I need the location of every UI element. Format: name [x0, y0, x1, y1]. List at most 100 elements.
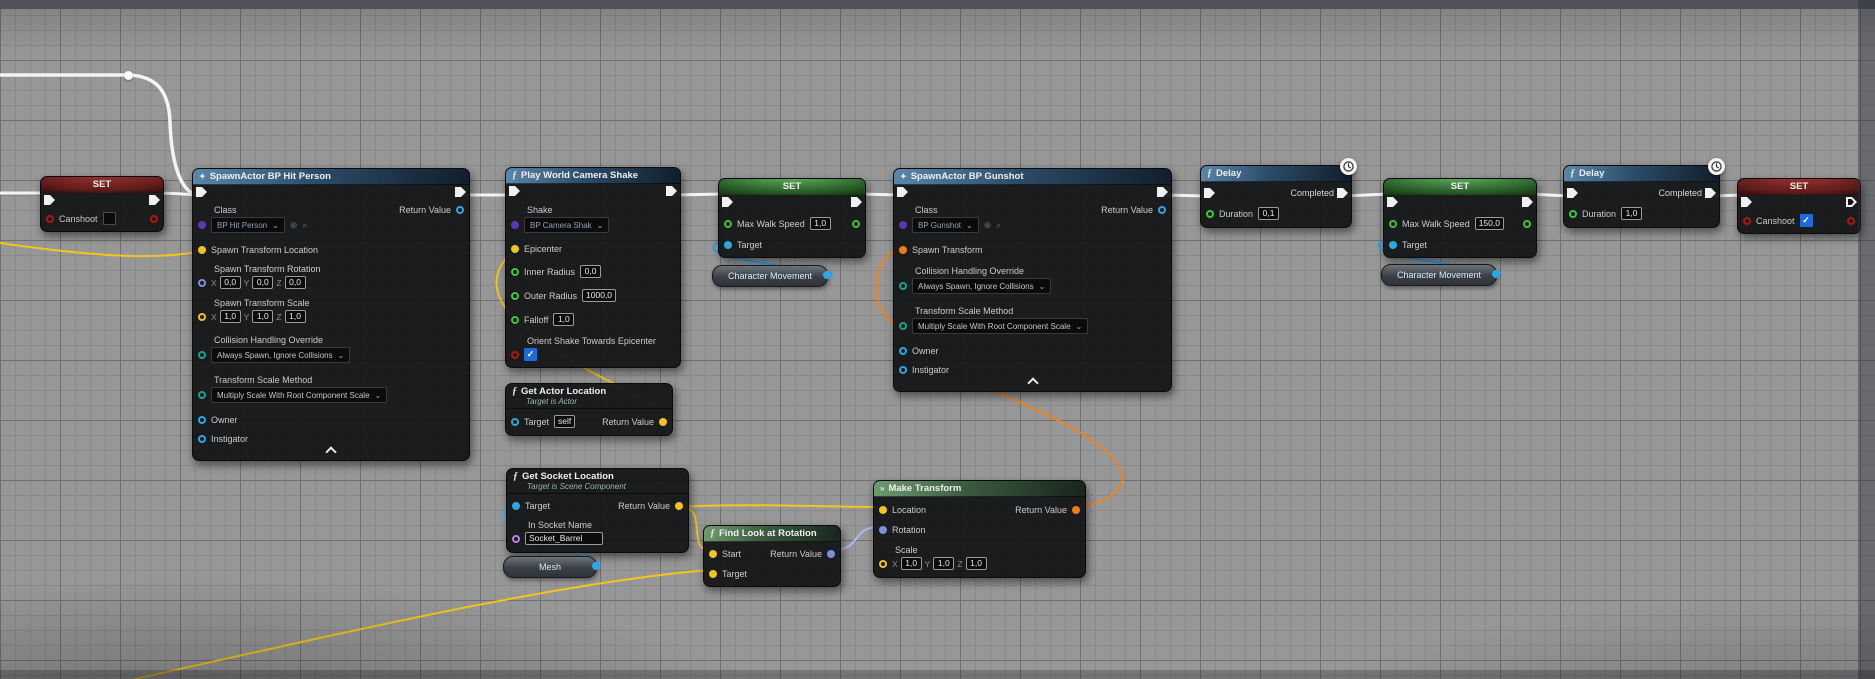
spawn-rotation-pin[interactable] — [198, 279, 206, 287]
target-input[interactable]: self — [554, 415, 575, 428]
node-set-max-walk-speed-1[interactable]: SET Max Walk Speed 1,0 Target — [718, 178, 866, 258]
target-pin[interactable] — [512, 502, 520, 510]
max-walk-speed-input[interactable]: 150,0 — [1475, 217, 1504, 230]
exec-in-pin[interactable] — [509, 186, 520, 196]
inner-radius-input[interactable]: 0,0 — [580, 265, 601, 278]
component-out-pin[interactable] — [592, 562, 600, 570]
falloff-input[interactable]: 1,0 — [553, 313, 574, 326]
method-dropdown[interactable]: Multiply Scale With Root Component Scale… — [912, 318, 1088, 334]
collapse-chevron-icon[interactable] — [1027, 377, 1038, 388]
exec-out-pin[interactable] — [666, 186, 677, 196]
target-pin[interactable] — [724, 241, 732, 249]
node-delay-2[interactable]: ƒ Delay Completed Duration 1,0 — [1563, 165, 1720, 228]
target-pin[interactable] — [1389, 241, 1397, 249]
node-get-socket-location[interactable]: ƒ Get Socket Location Target is Scene Co… — [506, 468, 689, 553]
duration-input[interactable]: 1,0 — [1621, 207, 1642, 220]
wire-offscreen-findlook-target[interactable] — [135, 570, 709, 679]
start-pin[interactable] — [709, 550, 717, 558]
node-set-canshoot-1[interactable]: SET Canshoot — [40, 176, 164, 232]
node-set-canshoot-2[interactable]: SET Canshoot ✓ — [1737, 178, 1861, 234]
return-value-pin[interactable] — [827, 550, 835, 558]
return-value-pin[interactable] — [1158, 206, 1166, 214]
float-out-pin[interactable] — [1523, 220, 1531, 228]
float-out-pin[interactable] — [852, 220, 860, 228]
method-pin[interactable] — [198, 391, 206, 399]
exec-in-pin[interactable] — [1204, 188, 1215, 198]
scale-z-input[interactable]: 1,0 — [966, 557, 987, 570]
node-make-transform[interactable]: » Make Transform Location Return Value R… — [873, 480, 1086, 578]
completed-exec-pin[interactable] — [1705, 188, 1716, 198]
instigator-pin[interactable] — [899, 366, 907, 374]
node-spawnactor-hit-person[interactable]: ✦ SpawnActor BP Hit Person Class BP Hit … — [192, 168, 470, 461]
spawn-location-pin[interactable] — [198, 246, 206, 254]
falloff-pin[interactable] — [511, 316, 519, 324]
spawn-transform-pin[interactable] — [899, 246, 907, 254]
bool-pin-canshoot[interactable] — [46, 215, 54, 223]
rot-x-input[interactable]: 0,0 — [220, 276, 241, 289]
wire-socketlocation-maketransform-location[interactable] — [681, 505, 879, 507]
scale-z-input[interactable]: 1,0 — [285, 310, 306, 323]
collision-dropdown[interactable]: Always Spawn, Ignore Collisions ⌄ — [211, 347, 350, 363]
owner-pin[interactable] — [198, 416, 206, 424]
max-walk-speed-pin[interactable] — [1389, 220, 1397, 228]
exec-in-pin[interactable] — [44, 195, 55, 205]
exec-in-pin[interactable] — [897, 187, 908, 197]
return-value-pin[interactable] — [456, 206, 464, 214]
bool-pin-canshoot[interactable] — [1743, 217, 1751, 225]
wire-offscreen-spawnlocation[interactable] — [0, 243, 197, 256]
inner-radius-pin[interactable] — [511, 268, 519, 276]
class-dropdown[interactable]: BP Hit Person ⌄ — [211, 217, 285, 233]
canshoot-checkbox[interactable]: ✓ — [1800, 214, 1813, 227]
class-dropdown[interactable]: BP Gunshot ⌄ — [912, 217, 979, 233]
bool-out-pin[interactable] — [150, 215, 158, 223]
max-walk-speed-pin[interactable] — [724, 220, 732, 228]
exec-in-pin[interactable] — [196, 187, 207, 197]
exec-out-pin[interactable] — [1846, 197, 1857, 207]
add-class-icon[interactable]: ⊕ — [290, 220, 298, 231]
duration-pin[interactable] — [1569, 210, 1577, 218]
orient-checkbox[interactable]: ✓ — [524, 348, 537, 361]
collision-pin[interactable] — [198, 351, 206, 359]
exec-out-pin[interactable] — [149, 195, 160, 205]
exec-in-pin[interactable] — [722, 197, 733, 207]
exec-in-pin[interactable] — [1567, 188, 1578, 198]
socket-name-pin[interactable] — [512, 535, 520, 543]
rotation-pin[interactable] — [879, 526, 887, 534]
return-value-pin[interactable] — [659, 418, 667, 426]
scale-y-input[interactable]: 1,0 — [933, 557, 954, 570]
exec-out-pin[interactable] — [1157, 187, 1168, 197]
shake-class-pin[interactable] — [511, 221, 519, 229]
component-out-pin[interactable] — [823, 271, 831, 279]
class-pin[interactable] — [899, 221, 907, 229]
node-get-actor-location[interactable]: ƒ Get Actor Location Target is Actor Tar… — [505, 383, 673, 436]
duration-pin[interactable] — [1206, 210, 1214, 218]
collision-pin[interactable] — [899, 282, 907, 290]
rot-y-input[interactable]: 0,0 — [252, 276, 273, 289]
target-pin[interactable] — [511, 418, 519, 426]
shake-dropdown[interactable]: BP Camera Shak ⌄ — [524, 217, 609, 233]
exec-in-pin[interactable] — [1741, 197, 1752, 207]
spawn-scale-pin[interactable] — [198, 313, 206, 321]
variable-mesh[interactable]: Mesh — [503, 556, 597, 578]
node-set-max-walk-speed-2[interactable]: SET Max Walk Speed 150,0 Target — [1383, 178, 1537, 258]
search-class-icon[interactable]: ⌕ — [302, 220, 307, 231]
bool-out-pin[interactable] — [1847, 217, 1855, 225]
search-class-icon[interactable]: ⌕ — [996, 220, 1001, 231]
method-dropdown[interactable]: Multiply Scale With Root Component Scale… — [211, 387, 387, 403]
exec-out-pin[interactable] — [851, 197, 862, 207]
node-play-world-camera-shake[interactable]: ƒ Play World Camera Shake Shake BP Camer… — [505, 167, 681, 368]
owner-pin[interactable] — [899, 347, 907, 355]
add-class-icon[interactable]: ⊕ — [984, 220, 992, 231]
location-pin[interactable] — [879, 506, 887, 514]
target-pin[interactable] — [709, 570, 717, 578]
node-spawnactor-gunshot[interactable]: ✦ SpawnActor BP Gunshot Class BP Gunshot… — [893, 168, 1172, 392]
node-delay-1[interactable]: ƒ Delay Completed Duration 0,1 — [1200, 165, 1352, 228]
exec-out-pin[interactable] — [1522, 197, 1533, 207]
variable-character-movement-2[interactable]: Character Movement — [1381, 264, 1497, 286]
return-value-pin[interactable] — [675, 502, 683, 510]
collision-dropdown[interactable]: Always Spawn, Ignore Collisions ⌄ — [912, 278, 1051, 294]
canshoot-checkbox[interactable] — [103, 212, 116, 225]
class-pin[interactable] — [198, 221, 206, 229]
exec-in-pin[interactable] — [1387, 197, 1398, 207]
completed-exec-pin[interactable] — [1337, 188, 1348, 198]
